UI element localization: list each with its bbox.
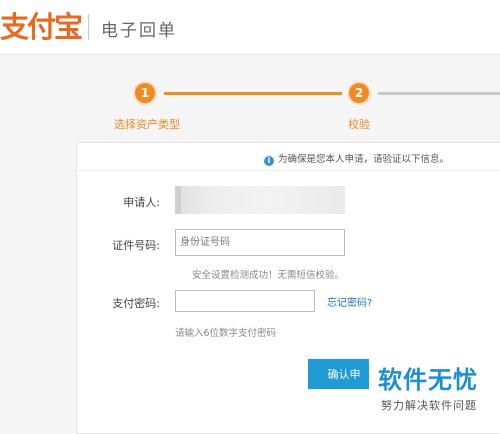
pay-password-label: 支付密码: bbox=[112, 297, 160, 310]
notice-divider bbox=[76, 170, 500, 171]
step-1-label: 选择资产类型 bbox=[114, 118, 180, 131]
watermark-title: 软件无忧 bbox=[378, 366, 478, 394]
page-title: 电子回单 bbox=[101, 21, 177, 41]
verify-notice-text: 为确保是您本人申请，请验证以下信息。 bbox=[278, 154, 450, 165]
alipay-logo[interactable]: 支付宝 bbox=[0, 8, 83, 46]
verify-notice: i 为确保是您本人申请，请验证以下信息。 bbox=[264, 151, 449, 166]
id-number-label: 证件号码: bbox=[112, 239, 160, 252]
step-connector-done bbox=[164, 92, 342, 95]
step-2-badge: 2 bbox=[349, 83, 369, 103]
pay-password-input[interactable] bbox=[175, 290, 315, 312]
watermark-subtitle: 努力解决软件问题 bbox=[381, 399, 477, 412]
step-connector-pending bbox=[378, 92, 500, 95]
step-1-badge: 1 bbox=[135, 83, 155, 103]
forgot-password-link[interactable]: 忘记密码? bbox=[327, 294, 372, 309]
applicant-label: 申请人: bbox=[123, 196, 160, 209]
password-hint: 请输入6位数字支付密码 bbox=[175, 328, 277, 339]
header-bar: 支付宝 电子回单 bbox=[0, 0, 500, 55]
step-2-label: 校验 bbox=[348, 118, 370, 131]
header-divider bbox=[88, 14, 89, 40]
progress-steps: 1 2 选择资产类型 校验 bbox=[0, 54, 500, 142]
applicant-name-redacted bbox=[175, 186, 345, 214]
id-number-input[interactable] bbox=[175, 229, 345, 256]
info-icon: i bbox=[264, 156, 274, 166]
security-check-hint: 安全设置检测成功！无需短信校验。 bbox=[192, 270, 345, 281]
